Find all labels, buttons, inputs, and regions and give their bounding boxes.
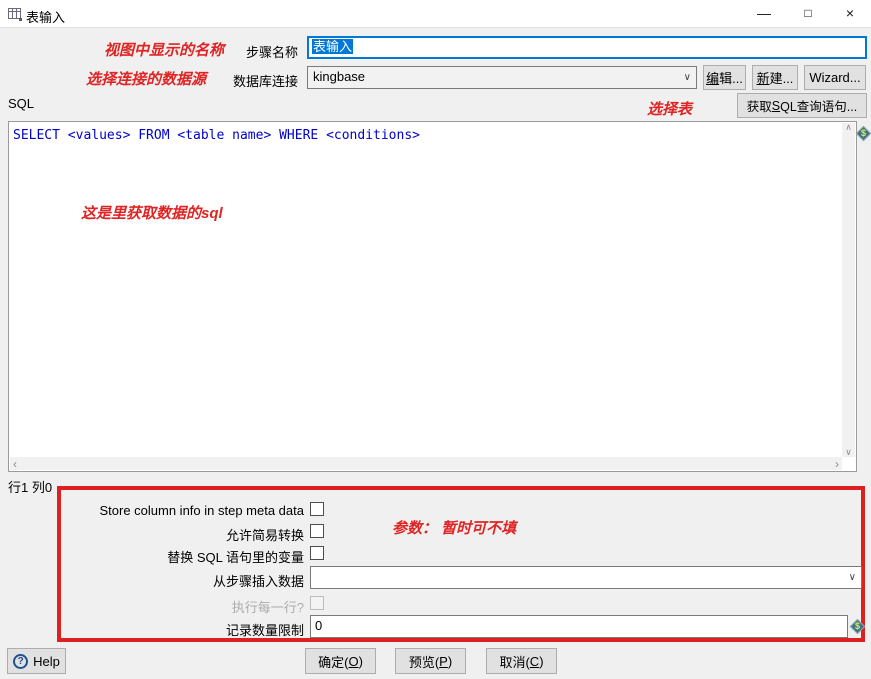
get-sql-button-mnemonic: S xyxy=(771,98,781,113)
connection-select-value: kingbase xyxy=(313,69,366,84)
help-icon: ? xyxy=(13,653,29,669)
chevron-down-icon: ∨ xyxy=(848,571,856,583)
limit-input[interactable]: 0 xyxy=(310,615,848,638)
connection-label: 数据库连接 xyxy=(232,74,298,89)
table-input-step-icon xyxy=(8,8,23,24)
vertical-scrollbar[interactable]: ∧ ∨ xyxy=(842,123,855,457)
limit-input-value: 0 xyxy=(315,618,323,633)
new-connection-button[interactable]: 新建... xyxy=(752,65,798,90)
window-title: 表输入 xyxy=(26,10,66,25)
close-button[interactable]: × xyxy=(829,0,871,28)
sql-editor[interactable]: SELECT <values> FROM <table name> WHERE … xyxy=(8,121,857,472)
preview-button-pre: 预览( xyxy=(408,654,440,670)
maximize-button[interactable]: □ xyxy=(787,0,829,28)
scroll-right-icon[interactable]: › xyxy=(835,458,839,470)
preview-button-mnemonic: P xyxy=(439,653,448,669)
horizontal-scrollbar[interactable]: ‹ › xyxy=(10,457,842,470)
insert-data-label: 从步骤插入数据 xyxy=(212,574,304,589)
preview-button[interactable]: 预览(P) xyxy=(395,648,466,674)
ok-button-post: ) xyxy=(358,653,363,669)
cancel-button-post: ) xyxy=(539,653,544,669)
wizard-button-label: Wizard... xyxy=(809,70,861,85)
replace-vars-checkbox[interactable] xyxy=(310,546,324,560)
ok-button[interactable]: 确定(O) xyxy=(305,648,376,674)
lazy-conversion-label: 允许简易转换 xyxy=(225,528,304,543)
store-meta-label: Store column info in step meta data xyxy=(99,503,304,518)
step-name-label: 步骤名称 xyxy=(245,45,298,60)
step-name-selected-text: 表输入 xyxy=(312,39,354,54)
get-sql-button[interactable]: 获取 S QL查询语句... xyxy=(737,93,867,118)
variable-indicator-icon: $ xyxy=(855,125,871,142)
sql-label: SQL xyxy=(8,96,35,111)
annotation-step-name: 视图中显示的名称 xyxy=(104,42,225,59)
store-meta-checkbox[interactable] xyxy=(310,502,324,516)
edit-connection-button[interactable]: 编辑... xyxy=(703,65,746,90)
help-button[interactable]: ? Help xyxy=(7,648,66,674)
scroll-left-icon[interactable]: ‹ xyxy=(13,458,17,470)
cursor-position-status: 行1 列0 xyxy=(8,480,53,495)
annotation-params: 参数： 暂时可不填 xyxy=(392,520,517,537)
titlebar: 表输入 — □ × xyxy=(0,0,871,28)
limit-label: 记录数量限制 xyxy=(225,623,304,638)
new-button-mnemonic: 新 xyxy=(756,71,770,86)
scroll-down-icon[interactable]: ∨ xyxy=(845,448,852,457)
help-button-label: Help xyxy=(33,653,60,669)
edit-button-label: 辑... xyxy=(719,71,743,86)
get-sql-button-post: QL查询语句... xyxy=(780,100,858,114)
cancel-button[interactable]: 取消(C) xyxy=(486,648,557,674)
step-name-input[interactable]: 表输入 xyxy=(307,36,867,59)
annotation-sql-note: 这是里获取数据的sql xyxy=(81,205,223,222)
sql-content: SELECT <values> FROM <table name> WHERE … xyxy=(13,128,420,143)
execute-each-row-checkbox xyxy=(310,596,324,610)
minimize-button[interactable]: — xyxy=(741,0,787,28)
replace-vars-label: 替换 SQL 语句里的变量 xyxy=(167,550,304,565)
insert-data-select[interactable]: ∨ xyxy=(310,566,862,589)
scroll-up-icon[interactable]: ∧ xyxy=(845,123,852,132)
annotation-connection: 选择连接的数据源 xyxy=(86,71,207,88)
lazy-conversion-checkbox[interactable] xyxy=(310,524,324,538)
ok-button-mnemonic: O xyxy=(348,653,359,669)
ok-button-pre: 确定( xyxy=(318,654,349,670)
new-button-label: 建... xyxy=(769,71,794,86)
table-input-dialog: { "window": { "title": "表输入" }, "icons":… xyxy=(0,0,871,679)
cancel-button-pre: 取消( xyxy=(499,654,530,670)
cancel-button-mnemonic: C xyxy=(529,653,540,669)
annotation-select-table: 选择表 xyxy=(647,101,693,118)
edit-button-mnemonic: 编 xyxy=(706,71,720,86)
connection-select[interactable]: kingbase ∨ xyxy=(307,66,697,89)
preview-button-post: ) xyxy=(447,653,453,669)
wizard-button[interactable]: Wizard... xyxy=(804,65,866,90)
get-sql-button-pre: 获取 xyxy=(746,100,772,114)
execute-each-row-label: 执行每一行? xyxy=(231,600,304,615)
chevron-down-icon: ∨ xyxy=(683,71,691,83)
